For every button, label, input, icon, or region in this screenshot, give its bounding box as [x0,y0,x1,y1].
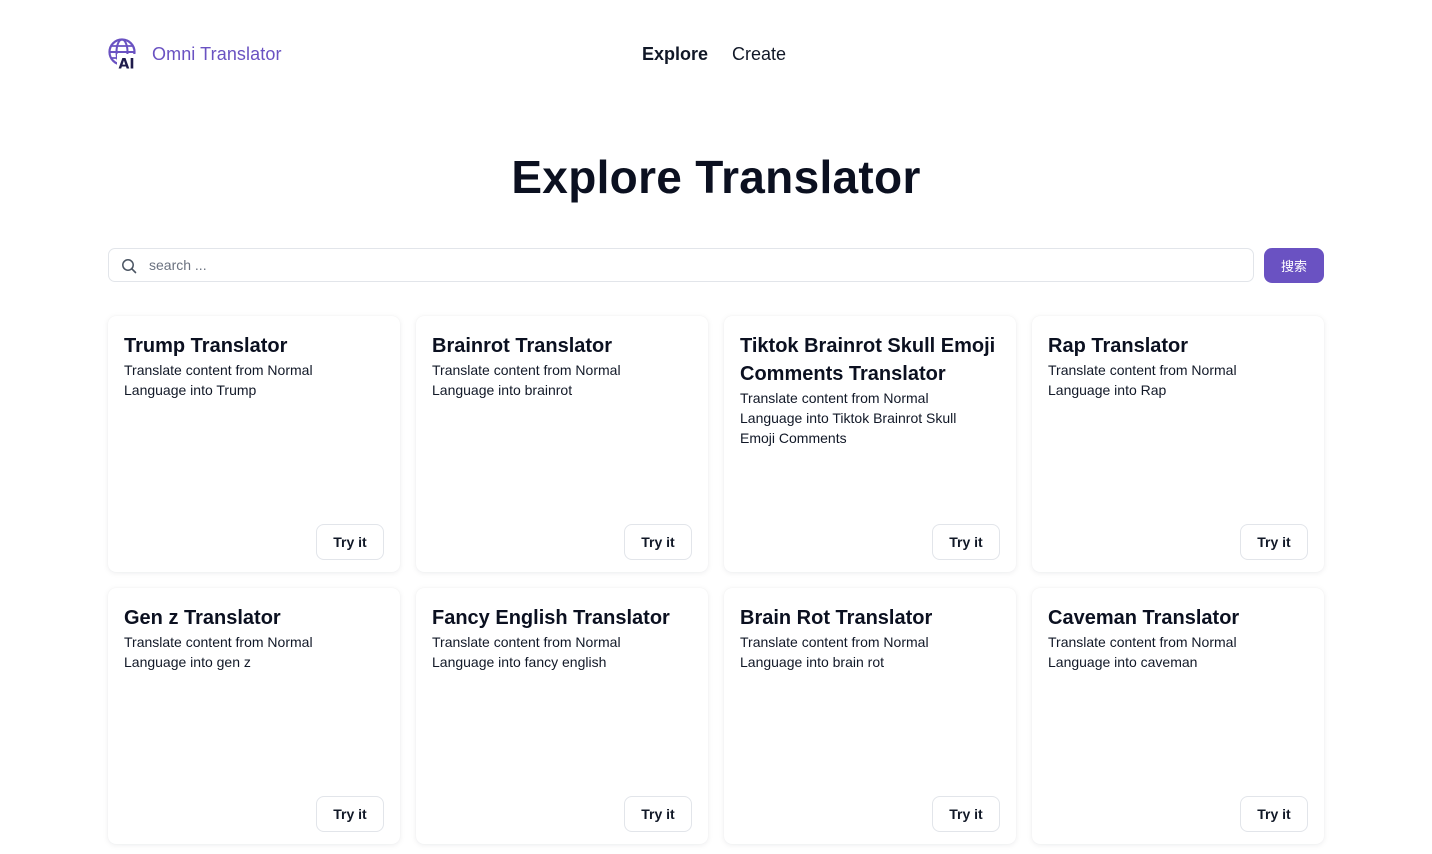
try-it-button[interactable]: Try it [624,524,692,560]
card-description: Translate content from Normal Language i… [1048,362,1237,398]
card-title: Gen z Translator [124,607,281,629]
card-description: Translate content from Normal Language i… [432,634,621,670]
translator-card-trump: Trump Translator Translate content from … [108,316,400,572]
card-description: Translate content from Normal Language i… [740,390,957,446]
card-title: Fancy English Translator [432,607,670,629]
card-title: Brainrot Translator [432,335,613,357]
translator-card-fancy-english: Fancy English Translator Translate conte… [416,588,708,844]
card-description: Translate content from Normal Language i… [1048,634,1237,670]
try-it-button[interactable]: Try it [1240,524,1308,560]
nav-create[interactable]: Create [732,44,786,65]
card-title: Rap Translator [1048,335,1189,357]
search-box [108,248,1254,282]
card-description: Translate content from Normal Language i… [124,634,313,670]
try-it-button[interactable]: Try it [1240,796,1308,832]
search-input[interactable] [149,249,1239,281]
try-it-button[interactable]: Try it [316,524,384,560]
translator-card-caveman: Caveman Translator Translate content fro… [1032,588,1324,844]
header: AI Omni Translator Explore Create [108,36,1324,72]
try-it-button[interactable]: Try it [316,796,384,832]
translator-card-rap: Rap Translator Translate content from No… [1032,316,1324,572]
try-it-button[interactable]: Try it [624,796,692,832]
brand-name: Omni Translator [152,43,282,64]
card-description: Translate content from Normal Language i… [432,362,621,398]
card-title: Brain Rot Translator [740,607,933,629]
brand-link[interactable]: AI Omni Translator [108,36,282,72]
translator-card-gen-z: Gen z Translator Translate content from … [108,588,400,844]
main-nav: Explore Create [642,36,786,72]
try-it-button[interactable]: Try it [932,796,1000,832]
card-title: Caveman Translator [1048,607,1240,629]
card-title: Tiktok Brainrot Skull Emoji Comments Tra… [740,335,996,385]
translator-grid: Trump Translator Translate content from … [108,316,1324,844]
search-icon [122,259,137,274]
logo-text: AI [119,57,135,71]
card-title: Trump Translator [124,335,288,357]
page: AI Omni Translator Explore Create Explor… [0,0,1432,854]
card-description: Translate content from Normal Language i… [740,634,929,670]
translator-card-brain-rot: Brain Rot Translator Translate content f… [724,588,1016,844]
page-title: Explore Translator [511,151,921,203]
search-button[interactable]: 搜索 [1264,248,1324,283]
nav-explore[interactable]: Explore [642,44,708,65]
try-it-button[interactable]: Try it [932,524,1000,560]
translator-card-tiktok-brainrot: Tiktok Brainrot Skull Emoji Comments Tra… [724,316,1016,572]
globe-ai-icon: AI [108,38,138,70]
translator-card-brainrot: Brainrot Translator Translate content fr… [416,316,708,572]
card-description: Translate content from Normal Language i… [124,362,313,398]
